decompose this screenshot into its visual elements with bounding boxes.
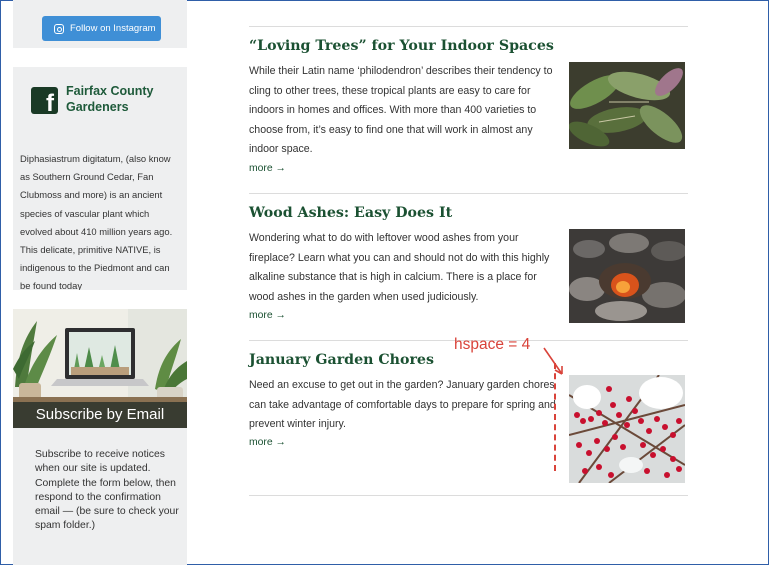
divider: [249, 26, 688, 27]
instagram-icon: [54, 23, 64, 34]
article-excerpt: Need an excuse to get out in the garden?…: [249, 379, 556, 431]
facebook-post-excerpt: Diphasiastrum digitatum, (also know as S…: [20, 153, 173, 290]
article-title-loving-trees[interactable]: “Loving Trees” for Your Indoor Spaces: [249, 38, 554, 54]
facebook-page-title[interactable]: Fairfax County Gardeners: [66, 84, 181, 115]
divider: [249, 495, 688, 496]
article-excerpt: Wondering what to do with leftover wood …: [249, 232, 550, 303]
more-link[interactable]: more →: [249, 163, 286, 174]
follow-instagram-button[interactable]: Follow on Instagram: [42, 16, 161, 41]
article-title-wood-ashes[interactable]: Wood Ashes: Easy Does It: [249, 205, 452, 221]
facebook-widget: f Fairfax County Gardeners Diphasiastrum…: [13, 67, 187, 290]
philodendron-image: [569, 62, 685, 149]
follow-instagram-label: Follow on Instagram: [70, 23, 156, 34]
more-link[interactable]: more →: [249, 310, 286, 321]
instagram-widget: Follow on Instagram: [13, 0, 187, 48]
article-title-january-chores[interactable]: January Garden Chores: [249, 352, 434, 368]
hspace-annotation-label: hspace = 4: [454, 336, 531, 353]
subscribe-widget: Subscribe to receive notices when our si…: [13, 428, 187, 565]
wood-ashes-image: [569, 229, 685, 323]
subscribe-banner-title: Subscribe by Email: [13, 402, 187, 428]
more-link[interactable]: more →: [249, 437, 286, 448]
facebook-icon[interactable]: f: [31, 87, 58, 114]
divider: [249, 193, 688, 194]
winterberry-snow-image: [569, 375, 685, 483]
subscribe-banner-image[interactable]: Subscribe by Email: [13, 309, 187, 428]
article-excerpt: While their Latin name ‘philodendron’ de…: [249, 65, 553, 156]
article-thumbnail-philodendron[interactable]: [569, 62, 685, 149]
subscribe-description: Subscribe to receive notices when our si…: [35, 449, 179, 532]
hspace-guide-line: [554, 363, 556, 471]
article-thumbnail-wood-ashes[interactable]: [569, 229, 685, 323]
article-thumbnail-winterberry[interactable]: [569, 375, 685, 483]
